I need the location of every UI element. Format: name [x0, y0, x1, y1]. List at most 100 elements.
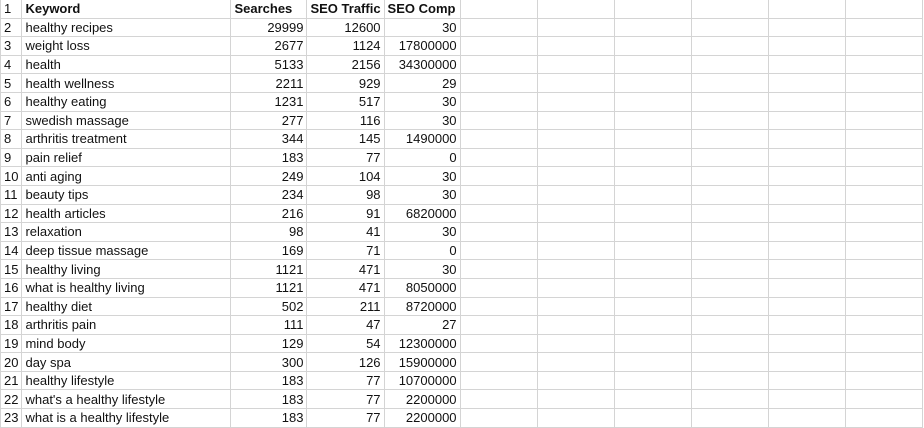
empty-cell[interactable] — [536, 91, 615, 112]
empty-cell[interactable] — [844, 408, 923, 428]
keyword-cell[interactable]: arthritis pain — [21, 315, 232, 335]
keyword-cell[interactable]: healthy recipes — [21, 17, 232, 38]
row-number[interactable]: 20 — [0, 352, 23, 372]
searches-cell[interactable]: 5133 — [230, 54, 308, 75]
empty-cell[interactable] — [690, 36, 769, 56]
empty-cell[interactable] — [844, 166, 923, 186]
empty-cell[interactable] — [613, 315, 692, 335]
empty-cell[interactable] — [459, 277, 538, 298]
empty-cell[interactable] — [690, 240, 769, 261]
empty-cell[interactable] — [844, 259, 923, 279]
row-number[interactable]: 16 — [0, 277, 23, 298]
empty-cell[interactable] — [767, 54, 846, 75]
seo-traffic-cell[interactable]: 71 — [306, 240, 385, 261]
empty-cell[interactable] — [690, 129, 769, 149]
keyword-cell[interactable]: what is a healthy lifestyle — [21, 408, 232, 428]
seo-comp-cell[interactable]: 12300000 — [383, 333, 461, 354]
empty-cell[interactable] — [844, 240, 923, 261]
empty-cell[interactable] — [536, 370, 615, 391]
header-searches[interactable]: Searches — [230, 0, 308, 19]
empty-cell[interactable] — [536, 296, 615, 317]
empty-cell[interactable] — [690, 408, 769, 428]
empty-cell[interactable] — [767, 129, 846, 149]
empty-cell[interactable] — [767, 184, 846, 205]
empty-cell[interactable] — [690, 17, 769, 38]
empty-cell[interactable] — [459, 333, 538, 354]
keyword-cell[interactable]: relaxation — [21, 222, 232, 242]
searches-cell[interactable]: 129 — [230, 333, 308, 354]
searches-cell[interactable]: 249 — [230, 166, 308, 186]
empty-cell[interactable] — [536, 203, 615, 224]
header-seo-comp[interactable]: SEO Comp — [383, 0, 461, 19]
empty-cell[interactable] — [690, 333, 769, 354]
seo-comp-cell[interactable]: 8050000 — [383, 277, 461, 298]
empty-cell[interactable] — [844, 184, 923, 205]
empty-cell[interactable] — [613, 36, 692, 56]
searches-cell[interactable]: 98 — [230, 222, 308, 242]
empty-cell[interactable] — [613, 370, 692, 391]
searches-cell[interactable]: 2211 — [230, 73, 308, 93]
empty-cell[interactable] — [844, 147, 923, 168]
empty-cell[interactable] — [844, 129, 923, 149]
row-number[interactable]: 5 — [0, 73, 23, 93]
empty-cell[interactable] — [459, 389, 538, 410]
empty-cell[interactable] — [844, 203, 923, 224]
seo-comp-cell[interactable]: 30 — [383, 91, 461, 112]
keyword-cell[interactable]: arthritis treatment — [21, 129, 232, 149]
empty-cell[interactable] — [690, 73, 769, 93]
empty-cell[interactable] — [690, 54, 769, 75]
empty-cell[interactable] — [690, 222, 769, 242]
empty-cell[interactable] — [613, 408, 692, 428]
empty-cell[interactable] — [613, 54, 692, 75]
seo-comp-cell[interactable]: 34300000 — [383, 54, 461, 75]
searches-cell[interactable]: 111 — [230, 315, 308, 335]
row-number[interactable]: 13 — [0, 222, 23, 242]
empty-cell[interactable] — [613, 184, 692, 205]
searches-cell[interactable]: 1121 — [230, 277, 308, 298]
empty-cell[interactable] — [536, 259, 615, 279]
seo-comp-cell[interactable]: 30 — [383, 222, 461, 242]
empty-cell[interactable] — [536, 222, 615, 242]
empty-cell[interactable] — [613, 240, 692, 261]
empty-cell[interactable] — [767, 277, 846, 298]
empty-cell[interactable] — [459, 184, 538, 205]
empty-cell[interactable] — [690, 389, 769, 410]
empty-cell[interactable] — [536, 240, 615, 261]
empty-cell[interactable] — [536, 73, 615, 93]
searches-cell[interactable]: 1121 — [230, 259, 308, 279]
empty-cell[interactable] — [536, 147, 615, 168]
empty-cell[interactable] — [767, 73, 846, 93]
empty-cell[interactable] — [536, 0, 615, 19]
empty-cell[interactable] — [767, 333, 846, 354]
empty-cell[interactable] — [613, 259, 692, 279]
empty-cell[interactable] — [459, 408, 538, 428]
empty-cell[interactable] — [613, 389, 692, 410]
seo-traffic-cell[interactable]: 145 — [306, 129, 385, 149]
empty-cell[interactable] — [844, 110, 923, 131]
seo-traffic-cell[interactable]: 2156 — [306, 54, 385, 75]
empty-cell[interactable] — [690, 296, 769, 317]
row-number[interactable]: 1 — [0, 0, 23, 19]
seo-comp-cell[interactable]: 30 — [383, 17, 461, 38]
keyword-cell[interactable]: anti aging — [21, 166, 232, 186]
keyword-cell[interactable]: healthy living — [21, 259, 232, 279]
searches-cell[interactable]: 2677 — [230, 36, 308, 56]
seo-comp-cell[interactable]: 2200000 — [383, 389, 461, 410]
empty-cell[interactable] — [690, 184, 769, 205]
empty-cell[interactable] — [767, 259, 846, 279]
empty-cell[interactable] — [613, 166, 692, 186]
empty-cell[interactable] — [613, 333, 692, 354]
seo-comp-cell[interactable]: 15900000 — [383, 352, 461, 372]
empty-cell[interactable] — [767, 91, 846, 112]
seo-comp-cell[interactable]: 8720000 — [383, 296, 461, 317]
header-keyword[interactable]: Keyword — [21, 0, 232, 19]
keyword-cell[interactable]: what is healthy living — [21, 277, 232, 298]
searches-cell[interactable]: 183 — [230, 370, 308, 391]
empty-cell[interactable] — [844, 389, 923, 410]
row-number[interactable]: 8 — [0, 129, 23, 149]
empty-cell[interactable] — [690, 91, 769, 112]
empty-cell[interactable] — [690, 315, 769, 335]
empty-cell[interactable] — [690, 203, 769, 224]
empty-cell[interactable] — [459, 296, 538, 317]
seo-comp-cell[interactable]: 1490000 — [383, 129, 461, 149]
